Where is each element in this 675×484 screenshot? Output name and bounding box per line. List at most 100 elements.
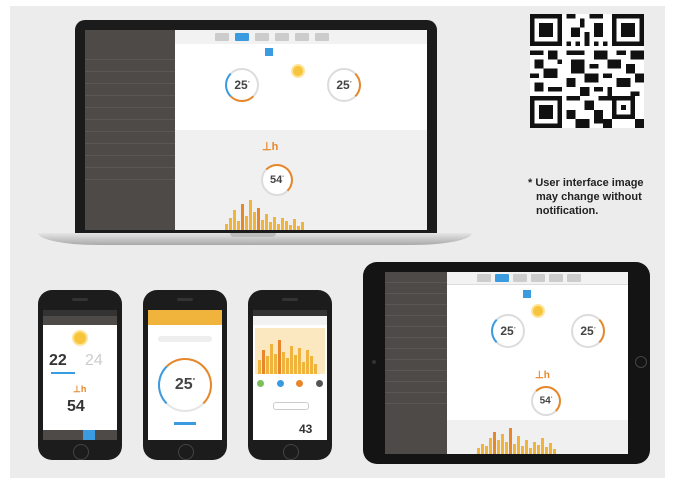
secondary-temp-value: 24: [85, 352, 103, 369]
disclaimer-line: notification.: [536, 205, 599, 217]
phone-app-screen: 43: [253, 310, 327, 440]
tablet-home-button: [635, 356, 647, 368]
water-tap-icon: ⊥h: [262, 141, 279, 153]
date-selector[interactable]: [273, 402, 309, 410]
zone-temp-value: 25: [580, 324, 594, 338]
water-temp-value: 54: [269, 174, 283, 186]
sidebar-item[interactable]: [385, 294, 447, 305]
sun-icon: [293, 66, 303, 76]
sidebar-item[interactable]: [85, 72, 175, 84]
laptop-device: 25° 25° ⊥h 54°: [75, 20, 437, 234]
sidebar-item[interactable]: [85, 144, 175, 156]
app-header: [148, 316, 222, 325]
water-temp-value: 54: [67, 398, 85, 415]
zone-temp-dial[interactable]: 25°: [571, 314, 605, 348]
sidebar-item[interactable]: [385, 272, 447, 283]
tab-climate[interactable]: [235, 33, 249, 41]
sidebar-item[interactable]: [385, 382, 447, 393]
water-section: ⊥h 54°: [175, 130, 427, 230]
sidebar-item[interactable]: [385, 338, 447, 349]
sidebar-item[interactable]: [385, 327, 447, 338]
app-header: [253, 316, 327, 325]
tablet-device: 25° 25° ⊥h 54°: [363, 262, 650, 464]
mode-selector[interactable]: [158, 336, 212, 342]
sidebar-item[interactable]: [85, 60, 175, 72]
tab-climate[interactable]: [495, 274, 509, 282]
sidebar-item[interactable]: [85, 96, 175, 108]
zone-temp-dial[interactable]: 25°: [327, 68, 361, 102]
water-section: ⊥h 54°: [447, 364, 628, 454]
phone-speaker: [177, 298, 193, 301]
laptop-notch: [230, 233, 276, 237]
tab-schedule[interactable]: [531, 274, 545, 282]
energy-value: 43: [299, 422, 313, 436]
water-tap-icon: ⊥h: [535, 370, 550, 381]
water-temp-value: 54: [539, 395, 551, 407]
disclaimer-line: * User interface image: [528, 177, 644, 189]
nav-item-active[interactable]: [83, 430, 95, 440]
mode-button[interactable]: [523, 290, 531, 298]
sidebar-item[interactable]: [85, 108, 175, 120]
tab-home[interactable]: [215, 33, 229, 41]
sidebar-item[interactable]: [385, 360, 447, 371]
tab-energy[interactable]: [513, 274, 527, 282]
tab-energy[interactable]: [255, 33, 269, 41]
bottom-nav: [43, 430, 117, 440]
sidebar-item[interactable]: [85, 132, 175, 144]
tab-home[interactable]: [477, 274, 491, 282]
temp-dial[interactable]: 25°: [158, 358, 212, 412]
sidebar-item[interactable]: [85, 48, 175, 60]
sun-icon: [533, 306, 543, 316]
tab-schedule[interactable]: [275, 33, 289, 41]
phone-device: 22 24 ⊥h 54: [38, 290, 122, 460]
sidebar-item[interactable]: [85, 84, 175, 96]
tablet-app-screen: 25° 25° ⊥h 54°: [385, 272, 628, 454]
room-temp-value: 25: [500, 324, 514, 338]
energy-bar-chart: [477, 428, 556, 454]
temp-value: 25: [174, 376, 193, 393]
phone-speaker: [282, 298, 298, 301]
tab-settings[interactable]: [315, 33, 329, 41]
category-icons: [257, 380, 323, 392]
laptop-app-screen: 25° 25° ⊥h 54°: [85, 30, 427, 230]
mode-button[interactable]: [265, 48, 273, 56]
energy-bar-chart: [258, 340, 317, 374]
sidebar-item[interactable]: [385, 316, 447, 327]
tab-stats[interactable]: [549, 274, 563, 282]
sidebar-item[interactable]: [385, 305, 447, 316]
sidebar-item[interactable]: [85, 156, 175, 168]
sidebar-item[interactable]: [385, 371, 447, 382]
home-button: [178, 444, 194, 460]
sidebar-item[interactable]: [85, 120, 175, 132]
energy-chart-area: [447, 420, 628, 454]
sidebar-item[interactable]: [385, 349, 447, 360]
main-temp-value: 22: [49, 352, 67, 369]
zone-temp-value: 25: [336, 78, 350, 92]
water-temp-dial[interactable]: 54°: [261, 164, 293, 196]
sidebar-item[interactable]: [385, 283, 447, 294]
water-temp-dial[interactable]: 54°: [531, 386, 561, 416]
phone-device: 43: [248, 290, 332, 460]
energy-bar-chart: [225, 200, 304, 230]
phone-app-screen: 22 24 ⊥h 54: [43, 310, 117, 440]
tablet-camera: [372, 360, 376, 364]
climate-section: 25° 25°: [447, 284, 628, 364]
energy-chart-area: [255, 328, 325, 374]
room-temp-dial[interactable]: 25°: [225, 68, 259, 102]
disclaimer-line: may change without: [536, 191, 642, 203]
app-sidebar: [85, 30, 175, 230]
sidebar-item[interactable]: [385, 393, 447, 404]
home-button: [73, 444, 89, 460]
app-sidebar: [385, 272, 447, 454]
app-brand: [85, 30, 175, 48]
climate-section: 25° 25°: [175, 44, 427, 130]
sidebar-item[interactable]: [85, 168, 175, 180]
phone-device: 25°: [143, 290, 227, 460]
tab-settings[interactable]: [567, 274, 581, 282]
phone-speaker: [72, 298, 88, 301]
water-tap-icon: ⊥h: [73, 384, 87, 394]
room-temp-dial[interactable]: 25°: [491, 314, 525, 348]
app-toolbar: [175, 30, 427, 45]
sun-icon: [74, 332, 86, 344]
tab-stats[interactable]: [295, 33, 309, 41]
